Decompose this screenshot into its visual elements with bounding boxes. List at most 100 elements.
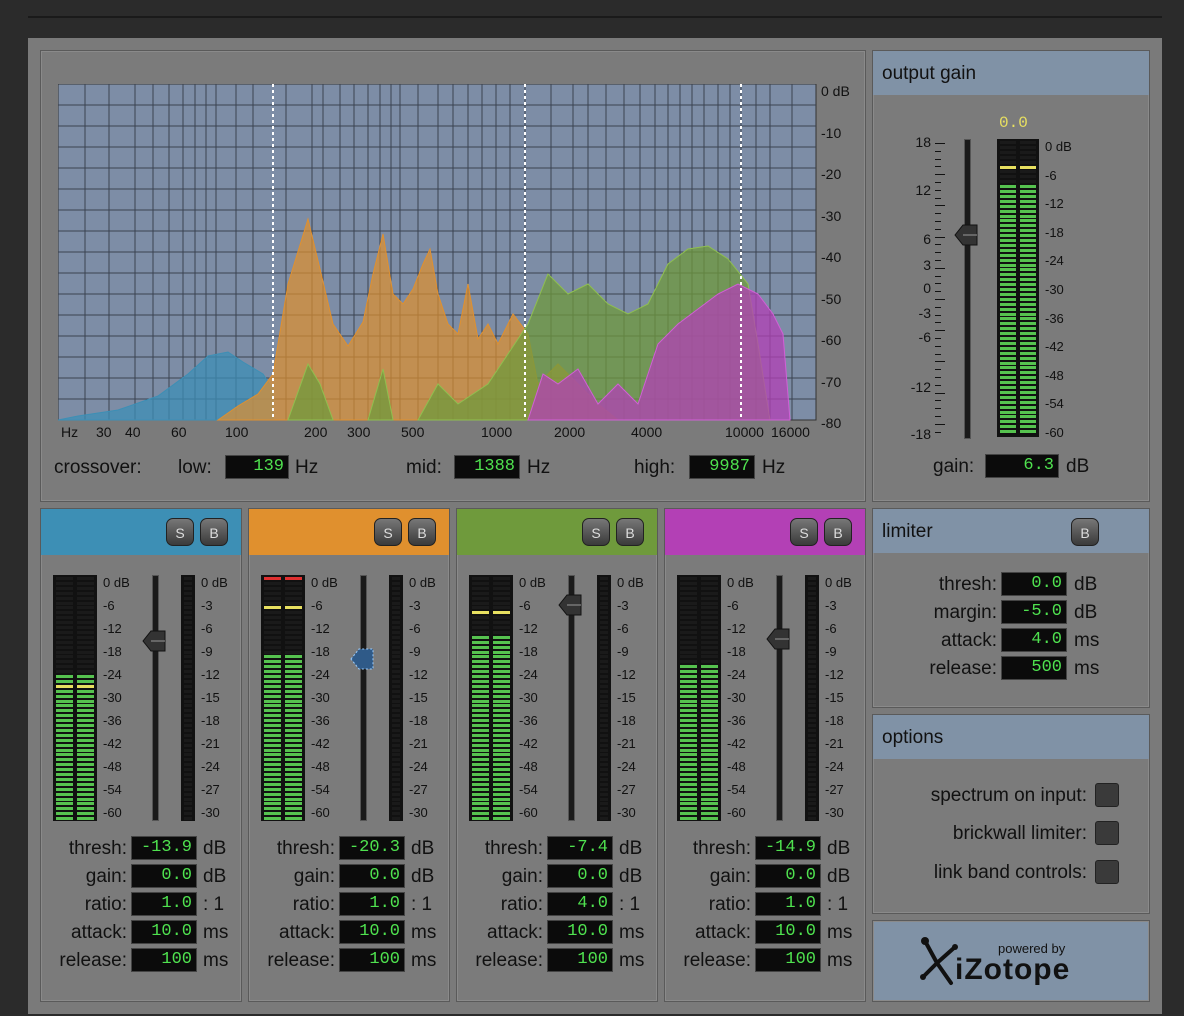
band-input-meter-segment xyxy=(493,787,510,791)
band-gr-scale-label: 0 dB xyxy=(201,575,228,590)
band-gr-meter-segment xyxy=(392,591,400,595)
band-input-meter-segment xyxy=(701,591,718,595)
output-fader-tick xyxy=(935,205,945,207)
band-input-meter-segment xyxy=(472,675,489,678)
output-meter-segment xyxy=(1000,273,1016,277)
output-fader-tick xyxy=(935,431,941,433)
band-gain-field[interactable]: 0.0 xyxy=(755,864,821,888)
band-bypass-button[interactable]: B xyxy=(408,518,436,546)
band-input-meter-segment xyxy=(493,630,510,634)
band-bypass-button[interactable]: B xyxy=(200,518,228,546)
band-release-field[interactable]: 100 xyxy=(339,948,405,972)
band-gr-scale-label: -6 xyxy=(617,621,629,636)
band-meter-scale-label: -60 xyxy=(103,805,122,820)
band-meter-scale-label: -12 xyxy=(311,621,330,636)
band-threshold-fader-handle[interactable] xyxy=(765,627,791,651)
band-release-field[interactable]: 100 xyxy=(131,948,197,972)
band-gr-scale-label: -15 xyxy=(409,690,428,705)
band-ratio-field[interactable]: 1.0 xyxy=(339,892,405,916)
output-meter-segment xyxy=(1000,420,1016,424)
band-input-meter-segment xyxy=(264,596,281,600)
band-input-meter-segment xyxy=(493,812,510,816)
band-input-meter-segment xyxy=(680,782,697,786)
band-threshold-fader-track[interactable] xyxy=(776,575,783,821)
limiter-attack-unit: ms xyxy=(1074,630,1100,651)
band-attack-field[interactable]: 10.0 xyxy=(339,920,405,944)
spectrum-on-input-checkbox[interactable] xyxy=(1095,783,1119,807)
band-gr-meter-segment xyxy=(600,724,608,727)
band-input-meter-segment xyxy=(701,748,718,752)
band-threshold-fader-handle[interactable] xyxy=(557,593,583,617)
output-meter-segment xyxy=(1000,170,1016,174)
band-solo-button[interactable]: S xyxy=(790,518,818,546)
band-solo-button[interactable]: S xyxy=(374,518,402,546)
band-ratio-field[interactable]: 1.0 xyxy=(755,892,821,916)
band-input-meter-segment xyxy=(56,694,73,698)
band-input-meter-segment xyxy=(56,591,73,595)
limiter-bypass-button[interactable]: B xyxy=(1071,518,1099,546)
brickwall-limiter-checkbox[interactable] xyxy=(1095,821,1119,845)
band-attack-field[interactable]: 10.0 xyxy=(131,920,197,944)
band-meter-scale-label: -42 xyxy=(727,736,746,751)
output-gain-fader-handle[interactable] xyxy=(953,223,979,247)
band-bypass-button[interactable]: B xyxy=(616,518,644,546)
output-meter-segment xyxy=(1000,155,1016,159)
band-thresh-field[interactable]: -20.3 xyxy=(339,836,405,860)
band-input-meter-segment xyxy=(680,694,697,698)
band-gr-meter-segment xyxy=(184,591,192,595)
band-input-meter-segment xyxy=(701,733,718,737)
spectrum-db-label: -60 xyxy=(821,332,842,348)
band-gr-scale-label: -3 xyxy=(617,598,629,613)
crossover-high-label: high: xyxy=(634,457,676,478)
band-gr-meter-segment xyxy=(600,787,608,791)
limiter-thresh-field[interactable]: 0.0 xyxy=(1001,572,1067,596)
limiter-margin-field[interactable]: -5.0 xyxy=(1001,600,1067,624)
band-attack-field[interactable]: 10.0 xyxy=(755,920,821,944)
band-thresh-field[interactable]: -13.9 xyxy=(131,836,197,860)
output-gain-fader-track[interactable] xyxy=(964,139,971,439)
band-attack-field[interactable]: 10.0 xyxy=(547,920,613,944)
crossover-mid-field[interactable]: 1388 xyxy=(454,455,520,479)
band-gain-field[interactable]: 0.0 xyxy=(339,864,405,888)
band-gr-meter-segment xyxy=(600,802,608,806)
band-gr-scale-label: -24 xyxy=(201,759,220,774)
band-gr-meter-segment xyxy=(600,665,608,669)
band-ratio-field[interactable]: 4.0 xyxy=(547,892,613,916)
band-bypass-button[interactable]: B xyxy=(824,518,852,546)
limiter-header: limiter xyxy=(873,509,1149,553)
band-input-meter-segment xyxy=(285,684,302,688)
band-gr-meter-segment xyxy=(600,694,608,698)
band-threshold-fader-handle[interactable] xyxy=(349,647,375,671)
band-gain-field[interactable]: 0.0 xyxy=(131,864,197,888)
band-input-meter-segment xyxy=(472,792,489,796)
band-input-meter-segment xyxy=(285,645,302,649)
output-gain-field[interactable]: 6.3 xyxy=(985,454,1059,478)
output-meter-segment xyxy=(1000,175,1016,179)
band-solo-button[interactable]: S xyxy=(166,518,194,546)
band-release-field[interactable]: 100 xyxy=(547,948,613,972)
band-gr-meter-segment xyxy=(808,733,816,737)
band-thresh-field[interactable]: -14.9 xyxy=(755,836,821,860)
limiter-release-field[interactable]: 500 xyxy=(1001,656,1067,680)
band-thresh-field[interactable]: -7.4 xyxy=(547,836,613,860)
band-input-meter-segment xyxy=(472,763,489,767)
band-threshold-fader-track[interactable] xyxy=(152,575,159,821)
band-ratio-field[interactable]: 1.0 xyxy=(131,892,197,916)
output-meter-segment xyxy=(1000,234,1016,238)
limiter-attack-field[interactable]: 4.0 xyxy=(1001,628,1067,652)
output-fader-tick xyxy=(935,299,945,300)
band-input-meter-segment xyxy=(493,591,510,595)
crossover-high-field[interactable]: 9987 xyxy=(689,455,755,479)
band-release-field[interactable]: 100 xyxy=(755,948,821,972)
output-fader-tick xyxy=(935,213,941,215)
link-band-controls-checkbox[interactable] xyxy=(1095,860,1119,884)
band-gain-field[interactable]: 0.0 xyxy=(547,864,613,888)
band-gr-meter-segment xyxy=(184,719,192,723)
crossover-low-field[interactable]: 139 xyxy=(225,455,289,479)
band-threshold-fader-handle[interactable] xyxy=(141,629,167,653)
band-solo-button[interactable]: S xyxy=(582,518,610,546)
band-threshold-fader-track[interactable] xyxy=(360,575,367,821)
band-input-meter-segment xyxy=(493,728,510,732)
band-input-meter-segment xyxy=(493,763,510,767)
band-gr-meter-segment xyxy=(808,577,816,580)
